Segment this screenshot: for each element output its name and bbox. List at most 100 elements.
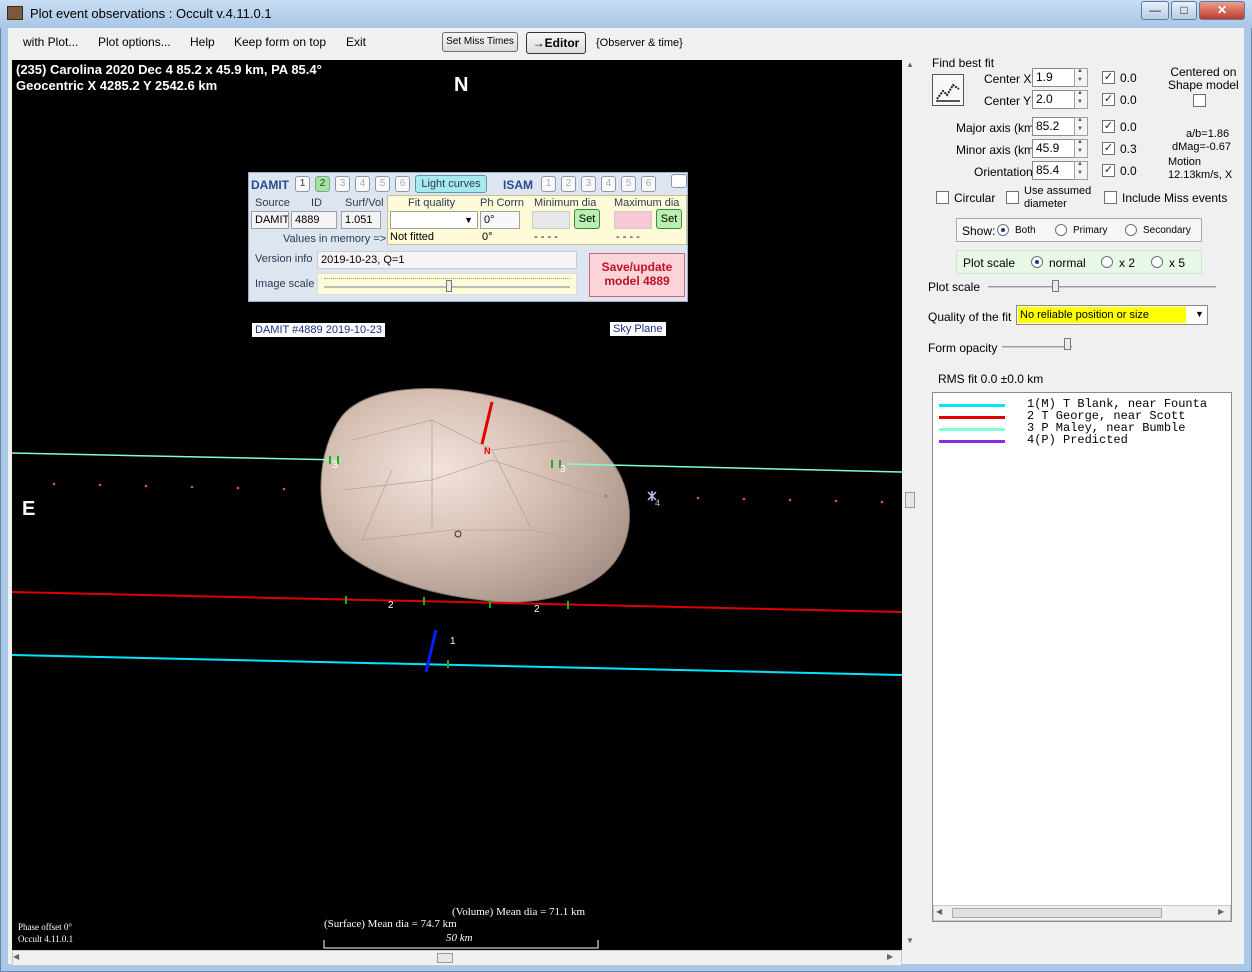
form-opacity-thumb[interactable]	[1064, 338, 1071, 350]
damit-model-3-button[interactable]: 3	[335, 176, 350, 192]
observer-legend[interactable]: 1(M) T Blank, near Founta 2 T George, ne…	[932, 392, 1232, 922]
minor-axis-label: Minor axis (km)	[956, 143, 1039, 157]
major-axis-spinner[interactable]	[1074, 117, 1088, 136]
orientation-checkbox[interactable]: ✓	[1102, 164, 1115, 177]
legend-hscroll-thumb[interactable]	[952, 908, 1162, 918]
scroll-right-icon[interactable]: ▶	[887, 952, 901, 961]
minor-axis-uncertainty: 0.3	[1120, 142, 1137, 156]
center-x-checkbox[interactable]: ✓	[1102, 71, 1115, 84]
title-bar[interactable]: Plot event observations : Occult v.4.11.…	[0, 0, 1252, 28]
ph-corrn-field[interactable]: 0°	[480, 211, 520, 229]
orientation-spinner[interactable]	[1074, 161, 1088, 180]
phase-offset-label: Phase offset 0°	[18, 922, 72, 932]
scale-normal-label: normal	[1049, 256, 1086, 270]
legend-line-1	[939, 404, 1005, 407]
surf-vol-header: Surf/Vol	[345, 197, 384, 209]
scale-x2-radio[interactable]	[1101, 256, 1113, 268]
scroll-left-icon[interactable]: ◀	[13, 952, 27, 961]
surf-vol-field: 1.051	[341, 211, 381, 229]
fit-quality-dropdown[interactable]: ▼	[390, 211, 478, 229]
plot-horizontal-scrollbar[interactable]: ◀ ▶	[12, 950, 902, 966]
slider-thumb[interactable]	[446, 280, 452, 292]
legend-line-3	[939, 428, 1005, 431]
sky-plane-label: Sky Plane	[610, 322, 666, 336]
editor-button[interactable]: →Editor	[526, 32, 586, 54]
scroll-left-icon[interactable]: ◀	[936, 907, 942, 916]
set-min-dia-button[interactable]: Set	[574, 209, 600, 229]
save-update-model-button[interactable]: Save/update model 4889	[589, 253, 685, 297]
isam-model-5-button[interactable]: 5	[621, 176, 636, 192]
close-button[interactable]: ✕	[1199, 1, 1245, 20]
max-dia-field[interactable]	[614, 211, 652, 229]
legend-horizontal-scrollbar[interactable]: ◀ ▶	[933, 905, 1231, 921]
menu-exit[interactable]: Exit	[346, 35, 366, 49]
center-y-spinner[interactable]	[1074, 90, 1088, 109]
isam-model-4-button[interactable]: 4	[601, 176, 616, 192]
menu-plot-options[interactable]: Plot options...	[98, 35, 171, 49]
chord-3-line	[12, 452, 343, 461]
damit-model-6-button[interactable]: 6	[395, 176, 410, 192]
minor-axis-checkbox[interactable]: ✓	[1102, 142, 1115, 155]
light-curves-button[interactable]: Light curves	[415, 175, 487, 193]
menu-help[interactable]: Help	[190, 35, 215, 49]
menu-with-plot[interactable]: with Plot...	[23, 35, 78, 49]
use-assumed-diameter-label: Use assumed diameter	[1024, 185, 1092, 210]
fit-control-panel: Find best fit Center X 1.9 ✓ 0.0 Center …	[910, 28, 1239, 922]
center-x-spinner[interactable]	[1074, 68, 1088, 87]
use-assumed-diameter-checkbox[interactable]	[1006, 191, 1019, 204]
major-axis-checkbox[interactable]: ✓	[1102, 120, 1115, 133]
menu-keep-on-top[interactable]: Keep form on top	[234, 35, 326, 49]
plot-scale-slider-label: Plot scale	[928, 280, 981, 294]
scroll-right-icon[interactable]: ▶	[1218, 907, 1224, 916]
minimize-button[interactable]: —	[1141, 1, 1169, 20]
show-secondary-radio[interactable]	[1125, 224, 1137, 236]
quality-fit-dropdown[interactable]: No reliable position or size ▼	[1016, 305, 1208, 325]
panel-collapse-button[interactable]	[671, 174, 687, 188]
plot-area[interactable]: (235) Carolina 2020 Dec 4 85.2 x 45.9 km…	[12, 60, 902, 950]
include-miss-checkbox[interactable]	[1104, 191, 1117, 204]
image-scale-slider[interactable]	[317, 273, 577, 295]
find-best-fit-button[interactable]	[932, 74, 964, 106]
show-both-label: Both	[1015, 225, 1036, 236]
circular-checkbox[interactable]	[936, 191, 949, 204]
show-group: Show: Both Primary Secondary	[956, 218, 1202, 242]
set-miss-times-button[interactable]: Set Miss Times	[442, 32, 518, 52]
centered-on-shape-label: Centered on Shape model	[1168, 65, 1239, 92]
maximize-button[interactable]: □	[1171, 1, 1197, 20]
centered-on-shape-checkbox[interactable]	[1193, 94, 1206, 107]
version-info-field: 2019-10-23, Q=1	[317, 251, 577, 269]
isam-model-3-button[interactable]: 3	[581, 176, 596, 192]
damit-model-label: DAMIT #4889 2019-10-23	[252, 323, 385, 337]
isam-model-6-button[interactable]: 6	[641, 176, 656, 192]
damit-model-2-button[interactable]: 2	[315, 176, 330, 192]
damit-model-4-button[interactable]: 4	[355, 176, 370, 192]
scale-x5-radio[interactable]	[1151, 256, 1163, 268]
scroll-down-icon[interactable]: ▼	[904, 936, 916, 948]
plot-scale-thumb[interactable]	[1052, 280, 1059, 292]
include-miss-label: Include Miss events	[1122, 191, 1228, 205]
show-label: Show:	[962, 224, 996, 238]
dmag-label: dMag=-0.67	[1172, 141, 1232, 153]
form-opacity-track[interactable]	[1002, 346, 1072, 348]
isam-model-1-button[interactable]: 1	[541, 176, 556, 192]
minor-axis-spinner[interactable]	[1074, 139, 1088, 158]
isam-model-2-button[interactable]: 2	[561, 176, 576, 192]
damit-model-1-button[interactable]: 1	[295, 176, 310, 192]
dropdown-arrow-icon: ▼	[464, 215, 473, 225]
chord-1-line	[12, 654, 902, 676]
plot-scale-label: Plot scale	[963, 256, 1016, 270]
center-y-checkbox[interactable]: ✓	[1102, 93, 1115, 106]
hscroll-thumb[interactable]	[437, 953, 453, 963]
min-dia-field[interactable]	[532, 211, 570, 229]
set-max-dia-button[interactable]: Set	[656, 209, 682, 229]
damit-model-5-button[interactable]: 5	[375, 176, 390, 192]
major-axis-uncertainty: 0.0	[1120, 120, 1137, 134]
scale-normal-radio[interactable]	[1031, 256, 1043, 268]
show-both-radio[interactable]	[997, 224, 1009, 236]
isam-label: ISAM	[503, 178, 533, 192]
event-header-line2: Geocentric X 4285.2 Y 2542.6 km	[16, 78, 218, 93]
max-dia-header: Maximum dia	[614, 197, 680, 209]
chord-label-4: 4	[655, 498, 661, 508]
plot-scale-track[interactable]	[988, 286, 1216, 288]
show-primary-radio[interactable]	[1055, 224, 1067, 236]
